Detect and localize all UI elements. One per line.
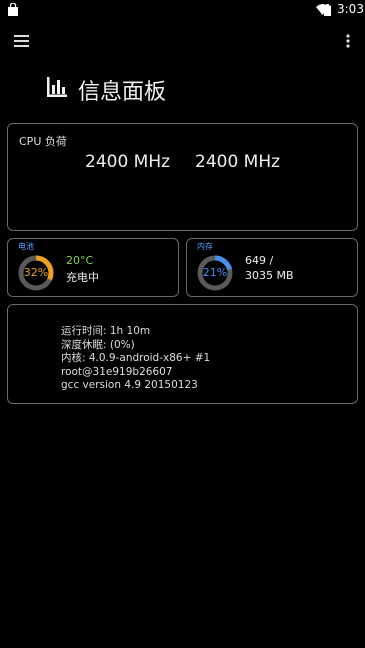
system-info-card[interactable]: 运行时间: 1h 10m 深度休眠: (0%) 内核: 4.0.9-androi…	[7, 304, 358, 404]
memory-percent: 21%	[202, 266, 228, 279]
memory-used: 649 /	[245, 254, 274, 267]
battery-card[interactable]: 电池 32% 20°C 充电中	[7, 238, 179, 297]
cpu-load-label: CPU 负荷	[19, 135, 67, 148]
battery-status: 充电中	[66, 271, 99, 284]
shopping-bag-icon	[8, 3, 18, 16]
gcc-version-line: gcc version 4.9 20150123	[61, 379, 198, 391]
status-bar: 3:03	[0, 0, 365, 20]
system-info-lines: 运行时间: 1h 10m 深度休眠: (0%) 内核: 4.0.9-androi…	[61, 325, 210, 393]
memory-total: 3035 MB	[245, 269, 294, 282]
deep-sleep-line: 深度休眠: (0%)	[61, 338, 135, 351]
cpu-frequency-core-1: 2400 MHz	[195, 152, 281, 172]
status-time: 3:03	[337, 2, 364, 16]
kernel-host-line: root@31e919b26607	[61, 365, 173, 378]
uptime-line: 运行时间: 1h 10m	[61, 325, 151, 337]
kernel-line: 内核: 4.0.9-android-x86+ #1	[61, 352, 211, 364]
toolbar	[0, 24, 365, 60]
bar-chart-icon	[47, 77, 67, 97]
memory-tag: 内存	[197, 242, 213, 251]
cpu-frequency-core-0: 2400 MHz	[85, 152, 171, 172]
battery-temperature: 20°C	[66, 254, 94, 267]
hamburger-menu-icon[interactable]	[12, 32, 32, 50]
memory-card[interactable]: 内存 21% 649 / 3035 MB	[186, 238, 358, 297]
cpu-load-card[interactable]: CPU 负荷 2400 MHz 2400 MHz	[7, 123, 358, 231]
page-title: 信息面板	[78, 80, 167, 105]
battery-tag: 电池	[18, 242, 34, 251]
battery-percent: 32%	[23, 266, 49, 279]
more-vert-icon[interactable]	[340, 32, 356, 50]
battery-icon	[324, 4, 331, 16]
